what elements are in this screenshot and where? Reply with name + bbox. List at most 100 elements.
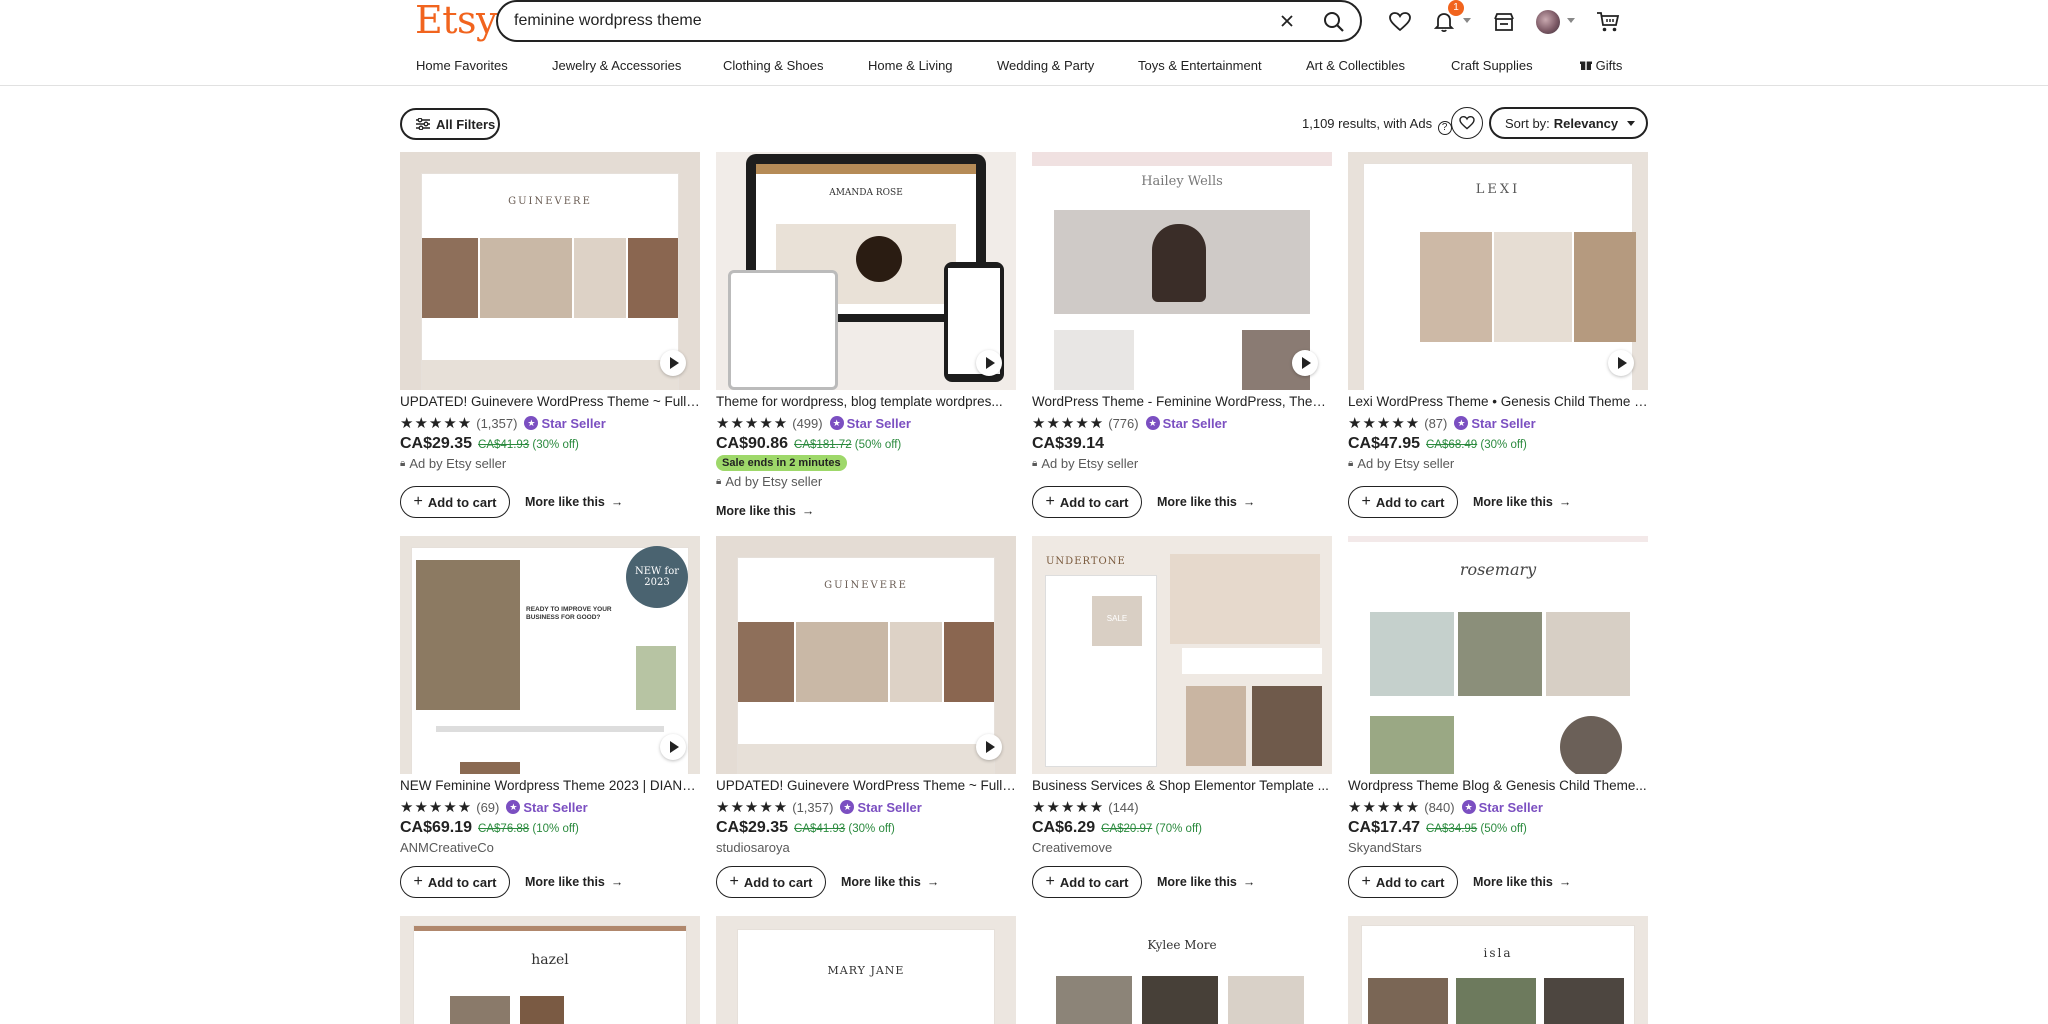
video-play-icon[interactable]: [660, 350, 686, 376]
star-seller-icon: ★: [829, 416, 844, 430]
plus-icon: +: [413, 493, 423, 510]
price-row: CA$39.14: [1032, 435, 1104, 453]
add-to-cart-button[interactable]: + Add to cart: [1348, 486, 1458, 518]
rating-row: ★★★★★ (499) ★ Star Seller: [716, 414, 911, 432]
listing-thumbnail[interactable]: Hailey Wells: [1032, 152, 1332, 390]
search-bar[interactable]: feminine wordpress theme: [496, 0, 1362, 42]
cart-icon[interactable]: [1594, 8, 1622, 36]
shop-name[interactable]: SkyandStars: [1348, 840, 1422, 855]
more-like-this-link[interactable]: More like this →: [1473, 875, 1571, 889]
account-caret-icon[interactable]: [1567, 18, 1575, 23]
search-button[interactable]: [1318, 6, 1350, 38]
video-play-icon[interactable]: [1608, 350, 1634, 376]
more-like-this-link[interactable]: More like this →: [1473, 495, 1571, 509]
price-row: CA$6.29 CA$20.97 (70% off): [1032, 819, 1202, 837]
add-to-cart-button[interactable]: + Add to cart: [716, 866, 826, 898]
category-home-living[interactable]: Home & Living: [868, 58, 953, 73]
plus-icon: +: [1361, 493, 1371, 510]
more-like-this-link[interactable]: More like this →: [841, 875, 939, 889]
favorites-heart-icon[interactable]: [1386, 8, 1414, 36]
shop-name[interactable]: studiosaroya: [716, 840, 790, 855]
all-filters-button[interactable]: All Filters: [400, 108, 500, 140]
arrow-right-icon: →: [1242, 495, 1256, 509]
video-play-icon[interactable]: [660, 734, 686, 760]
category-craft[interactable]: Craft Supplies: [1451, 58, 1533, 73]
listing-thumbnail[interactable]: hazel: [400, 916, 700, 1024]
site-header: Etsy feminine wordpress theme 1 Home Fav…: [0, 0, 2048, 86]
original-price: CA$41.93 (30% off): [478, 439, 579, 451]
rating-row: ★★★★★ (87) ★ Star Seller: [1348, 414, 1536, 432]
listing-title[interactable]: UPDATED! Guinevere WordPress Theme ~ Ful…: [716, 778, 1016, 793]
video-play-icon[interactable]: [1292, 350, 1318, 376]
shop-name[interactable]: Creativemove: [1032, 840, 1112, 855]
sort-dropdown[interactable]: Sort by: Relevancy: [1489, 107, 1648, 139]
listing-title[interactable]: Business Services & Shop Elementor Templ…: [1032, 778, 1332, 793]
listing-thumbnail[interactable]: MARY JANE: [716, 916, 1016, 1024]
ad-seller-line: 🔒︎ Ad by Etsy seller: [716, 474, 823, 489]
category-gifts[interactable]: Gifts: [1580, 58, 1622, 73]
shop-manager-icon[interactable]: [1490, 8, 1518, 36]
star-seller-badge: ★ Star Seller: [1145, 416, 1227, 431]
category-clothing[interactable]: Clothing & Shoes: [723, 58, 823, 73]
more-like-this-link[interactable]: More like this →: [1157, 495, 1255, 509]
clear-search-icon[interactable]: [1278, 12, 1296, 30]
more-like-this-link[interactable]: More like this →: [716, 504, 814, 518]
all-filters-label: All Filters: [436, 116, 496, 132]
video-play-icon[interactable]: [976, 734, 1002, 760]
add-to-cart-button[interactable]: + Add to cart: [400, 486, 510, 518]
more-like-this-link[interactable]: More like this →: [525, 875, 623, 889]
price: CA$39.14: [1032, 435, 1105, 452]
chevron-down-icon: [1627, 120, 1636, 126]
listing-thumbnail[interactable]: AMANDA ROSE: [716, 152, 1016, 390]
listing-thumbnail[interactable]: Kylee More: [1032, 916, 1332, 1024]
category-art[interactable]: Art & Collectibles: [1306, 58, 1405, 73]
price: CA$47.95: [1348, 435, 1421, 452]
video-play-icon[interactable]: [976, 350, 1002, 376]
five-star-rating-icon: ★★★★★: [1032, 799, 1105, 816]
more-like-this-link[interactable]: More like this →: [525, 495, 623, 509]
listing-thumbnail[interactable]: UNDERTONE SALE: [1032, 536, 1332, 774]
user-avatar[interactable]: [1536, 10, 1560, 34]
plus-icon: +: [729, 873, 739, 890]
add-to-cart-button[interactable]: + Add to cart: [400, 866, 510, 898]
notification-count-badge: 1: [1448, 0, 1464, 16]
listing-title[interactable]: Theme for wordpress, blog template wordp…: [716, 394, 1016, 409]
listing-thumbnail[interactable]: LEXI: [1348, 152, 1648, 390]
listing-title[interactable]: WordPress Theme - Feminine WordPress, Th…: [1032, 394, 1332, 409]
category-jewelry[interactable]: Jewelry & Accessories: [552, 58, 681, 73]
five-star-rating-icon: ★★★★★: [1348, 415, 1421, 432]
category-gifts-label: Gifts: [1595, 58, 1623, 73]
listing-thumbnail[interactable]: isla: [1348, 916, 1648, 1024]
more-like-this-link[interactable]: More like this →: [1157, 875, 1255, 889]
review-count: (69): [476, 799, 500, 815]
star-seller-icon: ★: [524, 416, 539, 430]
listing-thumbnail[interactable]: GUINEVERE: [400, 152, 700, 390]
search-input[interactable]: feminine wordpress theme: [514, 12, 702, 30]
listing-title[interactable]: Wordpress Theme Blog & Genesis Child The…: [1348, 778, 1648, 793]
arrow-right-icon: →: [610, 495, 624, 509]
category-wedding[interactable]: Wedding & Party: [997, 58, 1094, 73]
rating-row: ★★★★★ (69) ★ Star Seller: [400, 798, 588, 816]
listing-thumbnail[interactable]: rosemary: [1348, 536, 1648, 774]
arrow-right-icon: →: [610, 875, 624, 889]
help-icon[interactable]: ?: [1437, 121, 1452, 135]
sort-prefix: Sort by:: [1505, 115, 1550, 131]
listing-title[interactable]: Lexi WordPress Theme • Genesis Child The…: [1348, 394, 1648, 409]
shop-name[interactable]: ANMCreativeCo: [400, 840, 494, 855]
save-search-button[interactable]: [1451, 107, 1483, 139]
add-to-cart-button[interactable]: + Add to cart: [1032, 866, 1142, 898]
listing-thumbnail[interactable]: GUINEVERE: [716, 536, 1016, 774]
etsy-logo[interactable]: Etsy: [415, 0, 497, 42]
five-star-rating-icon: ★★★★★: [400, 415, 473, 432]
listing-thumbnail[interactable]: READY TO IMPROVE YOUR BUSINESS FOR GOOD?…: [400, 536, 700, 774]
listing-title[interactable]: NEW Feminine Wordpress Theme 2023 | DIAN…: [400, 778, 700, 793]
star-seller-badge: ★ Star Seller: [524, 416, 606, 431]
listing-title[interactable]: UPDATED! Guinevere WordPress Theme ~ Ful…: [400, 394, 700, 409]
plus-icon: +: [1045, 873, 1055, 890]
add-to-cart-button[interactable]: + Add to cart: [1032, 486, 1142, 518]
notifications-caret-icon[interactable]: [1463, 18, 1471, 23]
category-home-favorites[interactable]: Home Favorites: [416, 58, 508, 73]
category-toys[interactable]: Toys & Entertainment: [1138, 58, 1262, 73]
plus-icon: +: [1045, 493, 1055, 510]
add-to-cart-button[interactable]: + Add to cart: [1348, 866, 1458, 898]
